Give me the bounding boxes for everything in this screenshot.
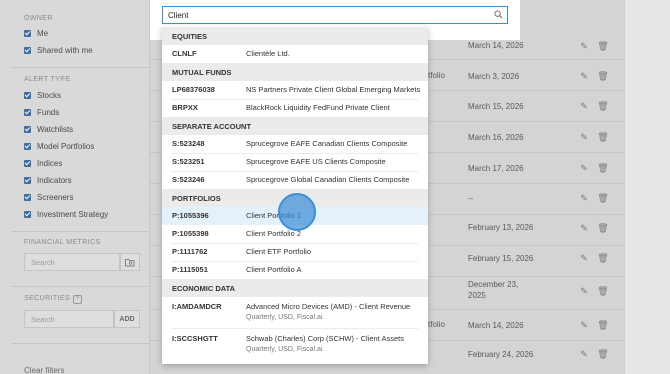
- alert-date: February 15, 2026: [468, 254, 534, 263]
- divider: [12, 343, 150, 344]
- group-mutual-funds: MUTUAL FUNDS: [162, 63, 428, 81]
- trash-icon[interactable]: 🗑: [597, 162, 609, 174]
- trash-icon[interactable]: 🗑: [597, 285, 609, 297]
- divider: [12, 286, 150, 287]
- checkbox-icon: [24, 29, 31, 37]
- alert-type-investment-strategy[interactable]: Investment Strategy: [24, 208, 108, 220]
- pencil-icon[interactable]: ✎: [578, 162, 590, 174]
- alert-name-partial: tfolio: [428, 71, 445, 80]
- securities-search-input[interactable]: Search: [24, 310, 114, 328]
- trash-icon[interactable]: 🗑: [597, 100, 609, 112]
- checkbox-icon: [24, 142, 31, 150]
- result-item[interactable]: S:523251 Sprucegrove EAFE US Clients Com…: [162, 153, 428, 171]
- alert-type-watchlists[interactable]: Watchlists: [24, 123, 73, 135]
- result-item[interactable]: P:1115051 Client Portfolio A: [162, 261, 428, 279]
- search-icon[interactable]: [494, 10, 503, 19]
- alert-type-stocks[interactable]: Stocks: [24, 89, 61, 101]
- alert-date: March 14, 2026: [468, 321, 524, 330]
- result-item[interactable]: BRPXX BlackRock Liquidity FedFund Privat…: [162, 99, 428, 117]
- pencil-icon[interactable]: ✎: [578, 252, 590, 264]
- alert-date: March 15, 2026: [468, 102, 524, 111]
- trash-icon[interactable]: 🗑: [597, 252, 609, 264]
- result-item[interactable]: I:AMDAMDCR Advanced Micro Devices (AMD) …: [162, 297, 428, 327]
- alert-date: March 16, 2026: [468, 133, 524, 142]
- trash-icon[interactable]: 🗑: [597, 348, 609, 360]
- alert-type-indicators[interactable]: Indicators: [24, 174, 72, 186]
- alert-type-indices[interactable]: Indices: [24, 157, 62, 169]
- financial-metrics-search-input[interactable]: Search: [24, 253, 120, 271]
- checkbox-icon: [24, 159, 31, 167]
- security-search-input[interactable]: Client: [162, 6, 508, 24]
- filter-sidebar: OWNER Me Shared with me ALERT TYPE Stock…: [0, 0, 150, 374]
- owner-shared-checkbox[interactable]: Shared with me: [24, 44, 93, 56]
- divider: [12, 231, 150, 232]
- alert-date: February 13, 2026: [468, 223, 534, 232]
- result-item[interactable]: P:1111762 Client ETF Portfolio: [162, 243, 428, 261]
- alert-date: March 3, 2026: [468, 72, 520, 81]
- alert-date: 2025: [468, 291, 486, 300]
- pencil-icon[interactable]: ✎: [578, 319, 590, 331]
- right-panel: [624, 0, 670, 374]
- trash-icon[interactable]: 🗑: [597, 40, 609, 52]
- clear-filters-link[interactable]: Clear filters: [24, 366, 64, 374]
- result-item[interactable]: LP68376038 NS Partners Private Client Gl…: [162, 81, 428, 99]
- group-separate-account: SEPARATE ACCOUNT: [162, 117, 428, 135]
- result-item[interactable]: CLNLF Clientèle Ltd.: [162, 45, 428, 63]
- trash-icon[interactable]: 🗑: [597, 222, 609, 234]
- result-item[interactable]: I:SCCSHGTT Schwab (Charles) Corp (SCHW) …: [162, 329, 428, 359]
- alert-type-funds[interactable]: Funds: [24, 106, 59, 118]
- pencil-icon[interactable]: ✎: [578, 131, 590, 143]
- alert-date: February 24, 2026: [468, 350, 534, 359]
- result-item[interactable]: S:523248 Sprucegrove EAFE Canadian Clien…: [162, 135, 428, 153]
- securities-title: SECURITIES?: [24, 295, 83, 304]
- alert-type-model-portfolios[interactable]: Model Portfolios: [24, 140, 94, 152]
- pencil-icon[interactable]: ✎: [578, 348, 590, 360]
- alert-type-screeners[interactable]: Screeners: [24, 191, 73, 203]
- owner-me-checkbox[interactable]: Me: [24, 27, 48, 39]
- checkbox-icon: [24, 91, 31, 99]
- trash-icon[interactable]: 🗑: [597, 319, 609, 331]
- financial-metrics-title: FINANCIAL METRICS: [24, 239, 101, 246]
- alert-date: --: [468, 194, 474, 203]
- pencil-icon[interactable]: ✎: [578, 285, 590, 297]
- checkbox-icon: [24, 125, 31, 133]
- group-economic-data: ECONOMIC DATA: [162, 279, 428, 297]
- checkbox-icon: [24, 108, 31, 116]
- trash-icon[interactable]: 🗑: [597, 192, 609, 204]
- click-indicator: [278, 193, 316, 231]
- checkbox-icon: [24, 46, 31, 54]
- checkbox-icon: [24, 193, 31, 201]
- alert-name-partial: tfolio: [428, 320, 445, 329]
- result-item[interactable]: S:523246 Sprucegrove Global Canadian Cli…: [162, 171, 428, 189]
- folder-search-icon: [125, 258, 135, 266]
- owner-title: OWNER: [24, 15, 53, 22]
- pencil-icon[interactable]: ✎: [578, 100, 590, 112]
- alert-date: March 17, 2026: [468, 164, 524, 173]
- alert-date: March 14, 2026: [468, 41, 524, 50]
- group-equities: EQUITIES: [162, 27, 428, 45]
- checkbox-icon: [24, 210, 31, 218]
- folder-search-button[interactable]: [120, 253, 140, 271]
- divider: [12, 67, 150, 68]
- pencil-icon[interactable]: ✎: [578, 192, 590, 204]
- help-icon[interactable]: ?: [73, 295, 83, 304]
- trash-icon[interactable]: 🗑: [597, 131, 609, 143]
- pencil-icon[interactable]: ✎: [578, 70, 590, 82]
- alert-date: December 23,: [468, 280, 519, 289]
- checkbox-icon: [24, 176, 31, 184]
- pencil-icon[interactable]: ✎: [578, 40, 590, 52]
- securities-add-button[interactable]: ADD: [114, 310, 140, 328]
- alert-type-title: ALERT TYPE: [24, 76, 71, 83]
- pencil-icon[interactable]: ✎: [578, 222, 590, 234]
- trash-icon[interactable]: 🗑: [597, 70, 609, 82]
